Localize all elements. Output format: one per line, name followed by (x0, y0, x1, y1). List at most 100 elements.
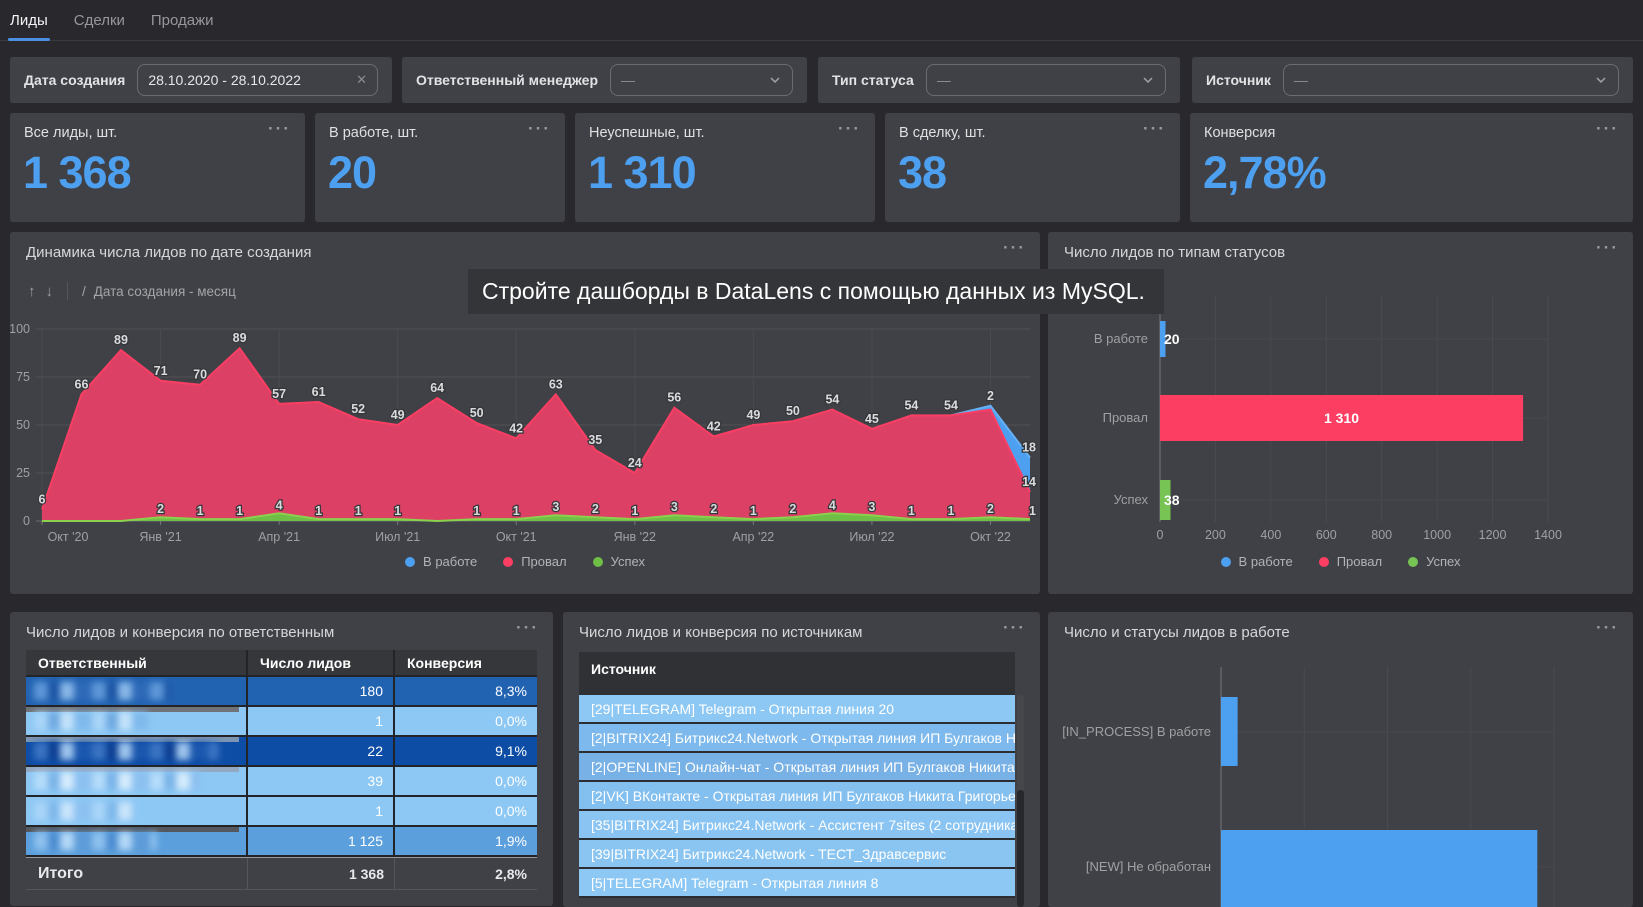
dashboard: Лиды Сделки Продажи Дата создания 28.10.… (0, 0, 1643, 907)
total-conversion: 2,8% (395, 858, 537, 890)
panel-in-work-statuses: Число и статусы лидов в работе ··· [IN_P… (1048, 612, 1633, 907)
widget-menu-button[interactable]: ··· (1596, 119, 1619, 139)
widget-menu-button[interactable]: ··· (1143, 119, 1166, 139)
legend-item[interactable]: Провал (1319, 554, 1382, 569)
promo-banner: Стройте дашборды в DataLens с помощью да… (468, 269, 1164, 314)
legend-item[interactable]: В работе (405, 554, 477, 569)
chevron-down-icon (1588, 73, 1608, 87)
tab-bar: Лиды Сделки Продажи (0, 0, 1643, 41)
widget-menu-button[interactable]: ··· (1003, 618, 1026, 638)
widget-menu-button[interactable]: ··· (528, 119, 551, 139)
widget-menu-button[interactable]: ··· (838, 119, 861, 139)
legend-item[interactable]: Успех (1408, 554, 1460, 569)
column-header[interactable]: Источник (579, 652, 1015, 695)
column-header[interactable]: Ответственный (26, 650, 248, 677)
data-label: 61 (312, 385, 326, 399)
widget-menu-button[interactable]: ··· (1596, 618, 1619, 638)
redacted-name (34, 832, 157, 850)
data-label: 2 (789, 502, 796, 516)
source-label: [35|BITRIX24] Битрикс24.Network - Ассист… (591, 817, 1015, 833)
tab-deals[interactable]: Сделки (74, 0, 125, 41)
area-series-fail[interactable] (42, 348, 1030, 521)
legend-dot-icon (1319, 557, 1329, 567)
filter-label: Дата создания (24, 72, 125, 88)
leads-count-cell: 180 (248, 677, 395, 707)
table-row[interactable]: 22 9,1% (26, 737, 537, 767)
tab-sales[interactable]: Продажи (151, 0, 214, 41)
clear-icon[interactable]: ✕ (348, 72, 367, 88)
data-label: 42 (509, 421, 523, 435)
kpi-card-unsuccessful: Неуспешные, шт. ··· 1 310 (575, 113, 875, 222)
bar-chart-status-types[interactable]: 0200400600800100012001400В работе20Прова… (1048, 287, 1633, 547)
panel-leads-by-source: Число лидов и конверсия по источникам ··… (563, 612, 1040, 907)
bar-1[interactable] (1221, 830, 1537, 907)
table-row[interactable]: 180 8,3% (26, 677, 537, 707)
tab-leads[interactable]: Лиды (10, 0, 48, 41)
table-row[interactable]: [2|VK] ВКонтакте - Открытая линия ИП Бул… (579, 782, 1015, 811)
bar-0[interactable] (1221, 697, 1238, 766)
table-row[interactable]: [5|TELEGRAM] Telegram - Открытая линия 8 (579, 869, 1015, 898)
source-label: [39|BITRIX24] Битрикс24.Network - ТЕСТ_З… (591, 846, 946, 862)
data-label: 1 (473, 504, 480, 518)
slash: / (82, 284, 86, 299)
drilldown-breadcrumb[interactable]: / Дата создания - месяц (82, 284, 236, 299)
data-label: 54 (944, 398, 958, 412)
sort-desc-icon[interactable]: ↓ (46, 283, 54, 300)
bar-value-label: 38 (1164, 492, 1180, 508)
data-label: 1 (355, 504, 362, 518)
data-label: 50 (786, 404, 800, 418)
filter-label: Источник (1206, 72, 1271, 88)
leads-count-cell: 39 (248, 767, 395, 797)
data-label: 52 (351, 402, 365, 416)
table-row[interactable]: [39|BITRIX24] Битрикс24.Network - ТЕСТ_З… (579, 840, 1015, 869)
widget-menu-button[interactable]: ··· (1003, 238, 1026, 258)
source-select[interactable]: — (1283, 64, 1619, 96)
column-header[interactable]: Конверсия (395, 650, 537, 677)
x-tick-label: 1000 (1423, 528, 1451, 542)
widget-menu-button[interactable]: ··· (1596, 238, 1619, 258)
data-label: 1 (908, 504, 915, 518)
table-row[interactable]: 1 0,0% (26, 707, 537, 737)
responsible-manager-select[interactable]: — (610, 64, 793, 96)
table-row[interactable]: [35|BITRIX24] Битрикс24.Network - Ассист… (579, 811, 1015, 840)
legend-item[interactable]: Успех (593, 554, 645, 569)
data-label: 42 (707, 420, 721, 434)
kpi-card-in-work: В работе, шт. ··· 20 (315, 113, 565, 222)
data-label: 18 (1022, 441, 1036, 455)
table-row[interactable]: [2|BITRIX24] Битрикс24.Network - Открыта… (579, 724, 1015, 753)
table-row[interactable]: 1 0,0% (26, 797, 537, 827)
column-header[interactable]: Число лидов (248, 650, 395, 677)
bar-chart-in-work[interactable]: [IN_PROCESS] В работе[NEW] Не обработан (1048, 667, 1633, 907)
source-label: [29|TELEGRAM] Telegram - Открытая линия … (591, 701, 894, 717)
tab-label: Лиды (10, 12, 48, 29)
date-range-input[interactable]: 28.10.2020 - 28.10.2022 ✕ (137, 64, 378, 96)
promo-text: Стройте дашборды в DataLens с помощью да… (482, 278, 1145, 305)
source-label: [2|VK] ВКонтакте - Открытая линия ИП Бул… (591, 788, 1015, 804)
data-label: 1 (197, 504, 204, 518)
kpi-card-conversion: Конверсия ··· 2,78% (1190, 113, 1633, 222)
table-row[interactable]: [2|OPENLINE] Онлайн-чат - Открытая линия… (579, 753, 1015, 782)
filter-status-type: Тип статуса — (818, 57, 1180, 103)
filter-source: Источник — (1192, 57, 1633, 103)
legend-item[interactable]: В работе (1221, 554, 1293, 569)
x-tick-label: Окт '21 (496, 530, 537, 544)
redacted-name (34, 742, 219, 760)
leads-count-cell: 22 (248, 737, 395, 767)
table-row[interactable]: [29|TELEGRAM] Telegram - Открытая линия … (579, 695, 1015, 724)
legend-label: Успех (611, 554, 645, 569)
data-label: 1 (394, 504, 401, 518)
legend-item[interactable]: Провал (503, 554, 566, 569)
bar-value-label: 20 (1164, 331, 1180, 347)
table-row[interactable]: 1 125 1,9% (26, 827, 537, 857)
source-label: [5|TELEGRAM] Telegram - Открытая линия 8 (591, 875, 878, 891)
area-chart[interactable]: 0255075100Окт '20Янв '21Апр '21Июл '21Ок… (10, 312, 1040, 557)
widget-menu-button[interactable]: ··· (268, 119, 291, 139)
data-label: 24 (628, 456, 642, 470)
x-tick-label: 400 (1260, 528, 1281, 542)
status-type-select[interactable]: — (926, 64, 1166, 96)
sort-asc-icon[interactable]: ↑ (28, 283, 36, 300)
widget-menu-button[interactable]: ··· (516, 618, 539, 638)
kpi-card-all-leads: Все лиды, шт. ··· 1 368 (10, 113, 305, 222)
scrollbar-thumb[interactable] (1017, 790, 1024, 907)
table-row[interactable]: 39 0,0% (26, 767, 537, 797)
